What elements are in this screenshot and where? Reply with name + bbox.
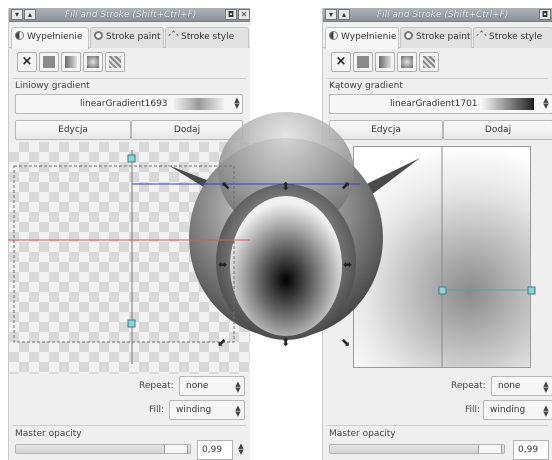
resize-arrow-s-icon[interactable]: ⬍ <box>281 336 290 349</box>
resize-arrow-nw-icon[interactable]: ⬉ <box>221 179 230 192</box>
radial-radius-handle[interactable] <box>527 286 536 295</box>
resize-arrow-sw-icon[interactable]: ⬋ <box>217 336 226 349</box>
resize-arrow-se-icon[interactable]: ⬊ <box>341 336 350 349</box>
resize-arrow-ne-icon[interactable]: ⬈ <box>341 179 350 192</box>
gradient-end-handle[interactable] <box>127 319 136 328</box>
inner-radial-ellipse <box>230 196 342 336</box>
resize-arrow-e-icon[interactable]: ⬌ <box>343 258 352 271</box>
resize-arrow-w-icon[interactable]: ⬌ <box>218 258 227 271</box>
resize-arrow-n-icon[interactable]: ⬍ <box>281 180 290 193</box>
artwork-overlay: ⬉ ⬈ ⬍ ⬌ ⬌ ⬋ ⬊ ⬍ <box>8 112 536 368</box>
radial-center-handle[interactable] <box>438 286 447 295</box>
gradient-start-handle[interactable] <box>127 154 136 163</box>
